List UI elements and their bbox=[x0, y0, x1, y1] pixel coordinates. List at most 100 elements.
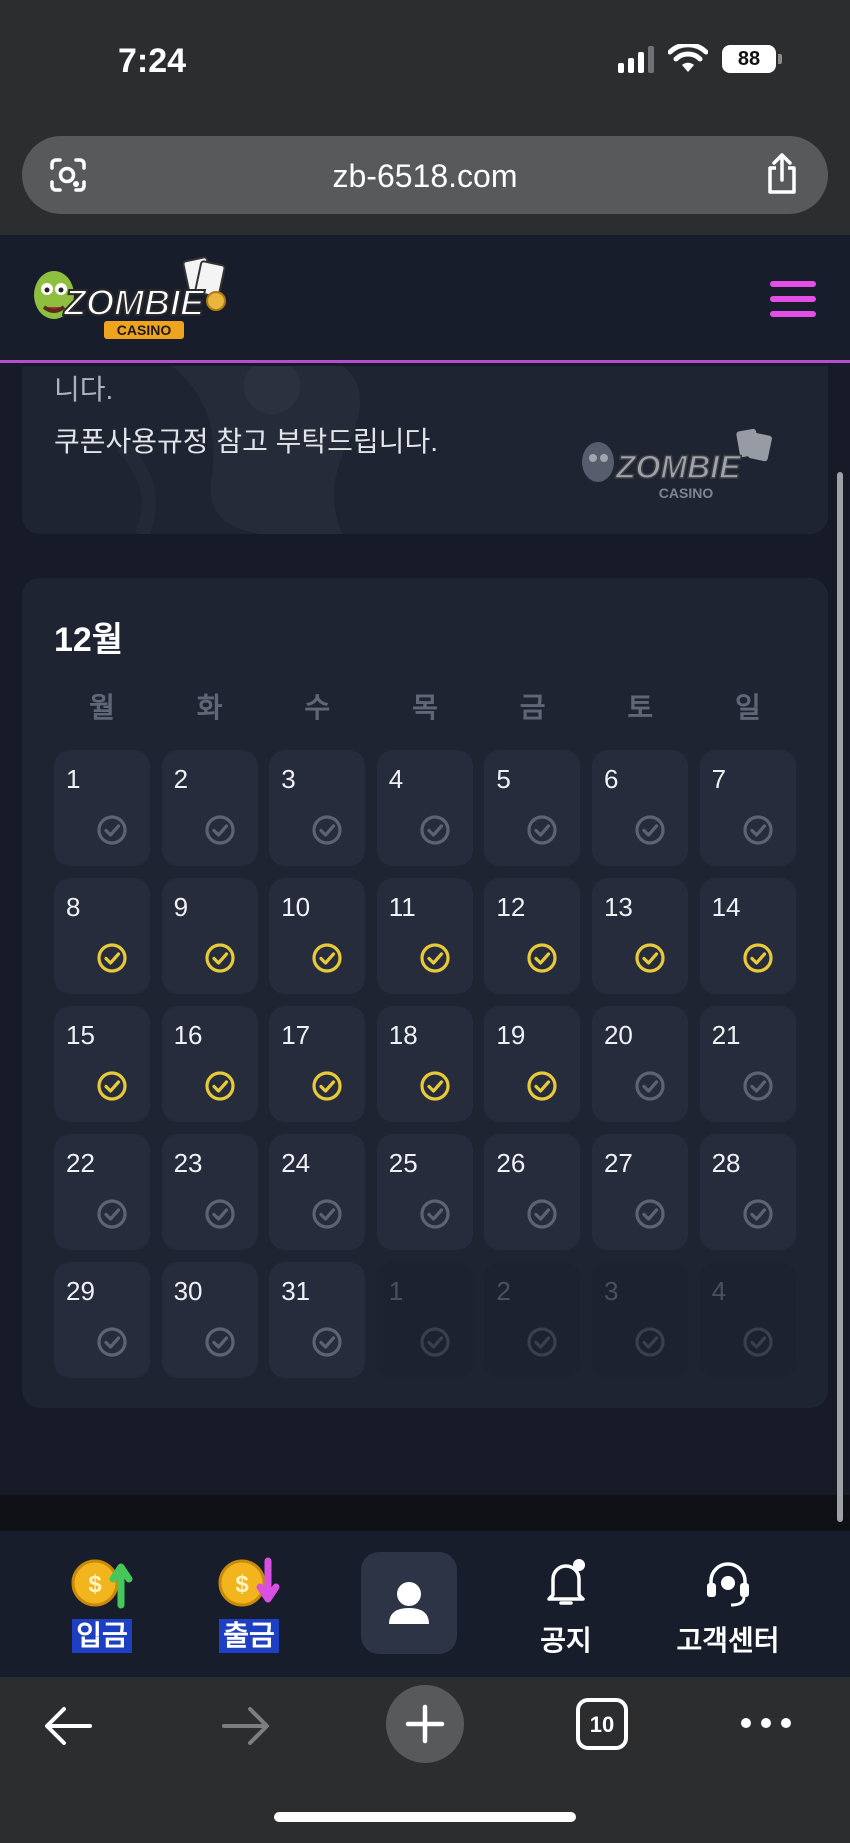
day-number: 20 bbox=[603, 1020, 633, 1050]
bell-icon bbox=[547, 1559, 585, 1605]
day-number: 29 bbox=[66, 1276, 95, 1306]
headset-icon bbox=[707, 1562, 749, 1607]
notice-nav-button[interactable]: 공지 bbox=[518, 1531, 614, 1677]
attendance-check-icon bbox=[635, 815, 665, 845]
zombie-casino-logo[interactable]: ZOMBIE CASINO bbox=[30, 255, 250, 343]
calendar-day-cell[interactable]: 31 bbox=[269, 1262, 366, 1378]
day-number: 4 bbox=[388, 764, 404, 794]
deposit-nav-button[interactable]: $ 입금 bbox=[54, 1531, 150, 1677]
calendar-day-cell[interactable]: 1 bbox=[54, 750, 150, 866]
day-number: 6 bbox=[603, 764, 619, 794]
day-number: 13 bbox=[603, 892, 633, 922]
calendar-day-cell[interactable]: 30 bbox=[161, 1262, 258, 1378]
calendar-day-cell[interactable]: 29 bbox=[54, 1262, 150, 1378]
day-number: 8 bbox=[66, 892, 81, 922]
day-number: 12 bbox=[496, 892, 526, 922]
calendar-day-cell[interactable]: 18 bbox=[376, 1006, 473, 1122]
attendance-check-icon bbox=[635, 1327, 665, 1357]
day-number: 15 bbox=[66, 1020, 95, 1050]
support-nav-button[interactable]: 고객센터 bbox=[660, 1531, 796, 1677]
day-number: 25 bbox=[388, 1148, 418, 1178]
logo-subtext: CASINO bbox=[117, 322, 172, 338]
calendar-day-cell: 1 bbox=[376, 1262, 473, 1378]
weekday-header: 월 화 수 목 금 토 일 bbox=[54, 686, 796, 726]
weekday-label: 목 bbox=[412, 692, 438, 723]
day-number: 10 bbox=[281, 892, 311, 922]
calendar-day-cell[interactable]: 9 bbox=[161, 878, 258, 994]
attendance-checked-icon bbox=[312, 1071, 342, 1101]
calendar-day-cell[interactable]: 8 bbox=[54, 878, 150, 994]
withdraw-label: 출금 bbox=[219, 1619, 279, 1653]
calendar-day-cell[interactable]: 11 bbox=[376, 878, 473, 994]
calendar-day-cell[interactable]: 28 bbox=[699, 1134, 796, 1250]
support-label: 고객센터 bbox=[676, 1625, 780, 1656]
calendar-day-cell: 3 bbox=[591, 1262, 688, 1378]
day-number: 1 bbox=[388, 1276, 404, 1306]
hamburger-menu-icon[interactable] bbox=[770, 281, 816, 317]
attendance-checked-icon bbox=[527, 1071, 557, 1101]
calendar-day-cell[interactable]: 10 bbox=[269, 878, 366, 994]
share-icon[interactable] bbox=[762, 152, 802, 196]
address-bar[interactable]: zb-6518.com bbox=[22, 136, 828, 214]
new-tab-plus-icon[interactable] bbox=[386, 1685, 464, 1763]
page-footer-edge bbox=[0, 1495, 850, 1531]
calendar-day-cell[interactable]: 15 bbox=[54, 1006, 150, 1122]
calendar-day-cell[interactable]: 13 bbox=[591, 878, 688, 994]
attendance-check-icon bbox=[635, 1199, 665, 1229]
forward-arrow-icon[interactable] bbox=[220, 1703, 272, 1749]
calendar-day-cell[interactable]: 7 bbox=[699, 750, 796, 866]
attendance-check-icon bbox=[527, 815, 557, 845]
calendar-day-cell[interactable]: 2 bbox=[161, 750, 258, 866]
calendar-day-cell[interactable]: 22 bbox=[54, 1134, 150, 1250]
tabs-count: 10 bbox=[590, 1712, 614, 1737]
calendar-day-cell[interactable]: 16 bbox=[161, 1006, 258, 1122]
attendance-checked-icon bbox=[420, 1071, 450, 1101]
calendar-day-cell[interactable]: 14 bbox=[699, 878, 796, 994]
attendance-check-icon bbox=[527, 1327, 557, 1357]
url-text: zb-6518.com bbox=[332, 158, 518, 194]
day-number: 27 bbox=[603, 1148, 633, 1178]
profile-nav-button[interactable] bbox=[361, 1552, 457, 1654]
calendar-day-cell[interactable]: 17 bbox=[269, 1006, 366, 1122]
attendance-checked-icon bbox=[204, 1071, 235, 1101]
calendar-day-cell[interactable]: 5 bbox=[484, 750, 581, 866]
withdraw-nav-button[interactable]: $ 출금 bbox=[201, 1531, 297, 1677]
back-arrow-icon[interactable] bbox=[42, 1703, 94, 1749]
calendar-day-cell[interactable]: 6 bbox=[591, 750, 688, 866]
browser-top-bar: zb-6518.com bbox=[0, 120, 850, 235]
calendar-day-cell[interactable]: 23 bbox=[161, 1134, 258, 1250]
day-number: 18 bbox=[388, 1020, 418, 1050]
battery-level: 88 bbox=[722, 45, 776, 73]
weekday-label: 월 bbox=[89, 692, 115, 723]
tabs-count-button[interactable]: 10 bbox=[575, 1697, 629, 1751]
user-icon bbox=[389, 1582, 429, 1624]
svg-text:$: $ bbox=[88, 1571, 102, 1598]
weekday-label: 화 bbox=[196, 692, 223, 723]
page-scrollbar[interactable] bbox=[837, 472, 843, 1522]
calendar-day-cell[interactable]: 27 bbox=[591, 1134, 688, 1250]
calendar-day-cell[interactable]: 19 bbox=[484, 1006, 581, 1122]
calendar-day-cell[interactable]: 26 bbox=[484, 1134, 581, 1250]
more-options-icon[interactable] bbox=[738, 1713, 794, 1733]
calendar-day-cell[interactable]: 25 bbox=[376, 1134, 473, 1250]
calendar-day-grid: 1 2 3 4 5 6 7 8 9 10 11 12 13 14 15 16 17 18 19 20 21 22 23 24 2… bbox=[54, 750, 796, 1378]
attendance-check-icon bbox=[97, 815, 127, 845]
notice-text-line: 쿠폰사용규정 참고 부탁드립니다. bbox=[54, 426, 438, 457]
day-number: 30 bbox=[173, 1276, 203, 1306]
coupon-notice-card: 니다. 쿠폰사용규정 참고 부탁드립니다. ZOMBIE CASINO bbox=[22, 366, 828, 534]
calendar-day-cell[interactable]: 20 bbox=[591, 1006, 688, 1122]
calendar-day-cell[interactable]: 21 bbox=[699, 1006, 796, 1122]
calendar-day-cell[interactable]: 3 bbox=[269, 750, 366, 866]
zombie-casino-watermark-logo: ZOMBIE CASINO bbox=[582, 428, 772, 501]
calendar-day-cell[interactable]: 24 bbox=[269, 1134, 366, 1250]
attendance-check-icon bbox=[204, 1199, 235, 1229]
calendar-day-cell[interactable]: 12 bbox=[484, 878, 581, 994]
weekday-label: 일 bbox=[735, 692, 761, 723]
calendar-month-title: 12월 bbox=[54, 621, 124, 659]
day-number: 21 bbox=[711, 1020, 741, 1050]
attendance-check-icon bbox=[420, 815, 450, 845]
attendance-check-icon bbox=[312, 815, 342, 845]
watermark-logo-text: ZOMBIE bbox=[615, 449, 742, 485]
attendance-check-icon bbox=[635, 1071, 665, 1101]
calendar-day-cell[interactable]: 4 bbox=[376, 750, 473, 866]
